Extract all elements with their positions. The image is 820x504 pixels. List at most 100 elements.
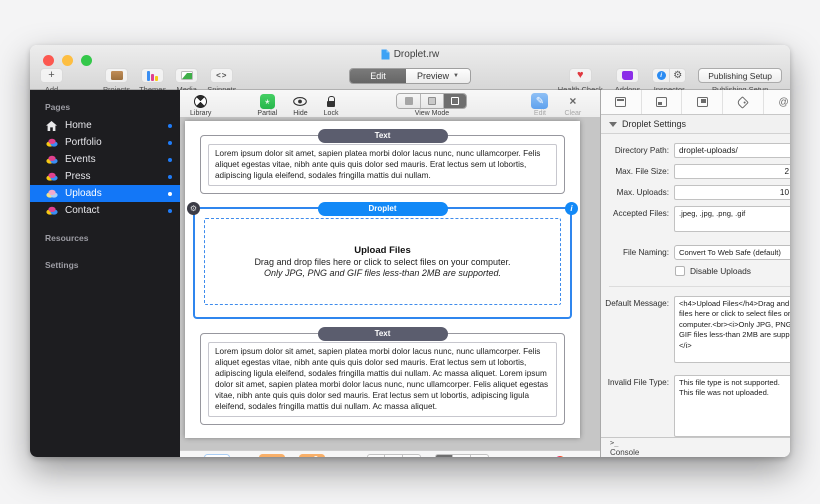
view-mode-full-button[interactable] <box>443 94 467 108</box>
info-inspector-button[interactable]: i <box>653 69 669 82</box>
pages-section-label: Pages <box>45 102 71 112</box>
tab-meta-tags[interactable] <box>722 90 763 114</box>
add-button[interactable]: + <box>40 68 63 83</box>
view-mode-medium-button[interactable] <box>420 94 444 108</box>
themes-button[interactable] <box>141 68 165 83</box>
page-status-dot <box>168 191 172 196</box>
sidebar-item-events[interactable]: Events <box>30 151 180 168</box>
sidebar-item-portfolio[interactable]: Portfolio <box>30 134 180 151</box>
file-naming-select[interactable]: Convert To Web Safe (default) <box>674 245 790 260</box>
settings-inspector-button[interactable]: ⚙ <box>669 69 685 82</box>
page-status-dot <box>168 157 172 162</box>
tab-theme[interactable]: @ <box>762 90 790 114</box>
view-mode-segmented <box>396 93 468 109</box>
bold-button[interactable]: B <box>367 454 385 457</box>
align-left-button[interactable] <box>435 454 453 457</box>
partial-button[interactable]: * <box>259 93 275 110</box>
hide-button[interactable] <box>293 93 308 109</box>
page-blob-icon <box>45 138 58 147</box>
sidebar-item-settings[interactable]: Settings <box>30 254 180 275</box>
publishing-setup-button[interactable]: Publishing Setup <box>698 68 782 83</box>
text-block-1[interactable]: Text Lorem ipsum dolor sit amet, sapien … <box>200 129 565 195</box>
edit-mode-button[interactable]: Edit <box>350 69 406 83</box>
directory-path-input[interactable] <box>674 143 790 158</box>
color-button[interactable] <box>554 454 567 457</box>
clear-button[interactable]: × <box>569 93 576 109</box>
lock-label: Lock <box>323 110 339 117</box>
text-block-pill[interactable]: Text <box>317 129 448 143</box>
page-layout-icon <box>696 97 708 107</box>
max-file-size-input[interactable] <box>674 164 790 179</box>
snippets-button[interactable]: <> <box>210 68 234 83</box>
link-icon <box>266 456 279 457</box>
inspector-section-header[interactable]: Droplet Settings <box>601 115 790 134</box>
default-message-input[interactable]: <h4>Upload Files</h4>Drag and drop files… <box>674 296 790 363</box>
text-block-pill[interactable]: Text <box>317 327 448 341</box>
health-check-button[interactable]: ♥ <box>568 68 592 83</box>
view-compact-icon <box>404 97 413 105</box>
preview-mode-button[interactable]: Preview ▼ <box>406 69 470 83</box>
droplet-dropzone[interactable]: Upload Files Drag and drop files here or… <box>204 218 561 306</box>
droplet-info-handle[interactable]: i <box>565 202 578 216</box>
partial-icon: * <box>259 93 275 110</box>
lock-button[interactable] <box>327 93 336 109</box>
droplet-settings-form: Directory Path: Max. File Size: MB Max. … <box>601 134 790 437</box>
tab-page-layout[interactable] <box>681 90 722 114</box>
format-toolbar: ☁ Cloud Link Unlink B I <box>180 450 600 457</box>
sidebar-item-home[interactable]: Home <box>30 117 180 134</box>
tab-page-sidebar[interactable] <box>640 90 682 114</box>
window-title: Droplet.rw <box>393 49 440 60</box>
tab-page-general[interactable] <box>601 90 641 114</box>
droplet-block[interactable]: Droplet ⚙ i Upload Files Drag and drop f… <box>187 202 578 320</box>
max-file-size-label: Max. File Size: <box>615 167 669 176</box>
clear-item: × Clear <box>564 93 581 117</box>
form-divider <box>609 286 790 287</box>
max-uploads-input[interactable] <box>674 185 790 200</box>
tag-icon <box>736 95 750 109</box>
library-label: Library <box>190 110 212 117</box>
invalid-file-type-input[interactable]: This file type is not supported. This fi… <box>674 375 790 437</box>
clear-icon: × <box>569 94 577 108</box>
themes-icon <box>147 70 159 81</box>
screenshot-stage: Droplet.rw + Add Projects Themes <box>0 0 820 504</box>
library-button[interactable] <box>194 93 208 109</box>
disable-uploads-checkbox[interactable] <box>675 266 685 276</box>
disclosure-triangle-icon <box>609 121 617 127</box>
addons-icon <box>621 71 633 80</box>
default-message-label: Default Message: <box>605 299 669 308</box>
text-block-content[interactable]: Lorem ipsum dolor sit amet, sapien plate… <box>208 342 557 418</box>
sidebar-item-contact[interactable]: Contact <box>30 202 180 219</box>
droplet-block-pill[interactable]: Droplet <box>317 202 448 216</box>
droplet-settings-handle[interactable]: ⚙ <box>187 202 200 216</box>
font-button[interactable]: A <box>528 454 537 457</box>
align-right-button[interactable] <box>471 454 489 457</box>
page-status-dot <box>168 174 172 179</box>
cloud-button[interactable]: ☁ <box>204 454 230 457</box>
default-message-row: Default Message: <h4>Upload Files</h4>Dr… <box>601 296 790 363</box>
align-center-button[interactable] <box>453 454 471 457</box>
page-blob-icon <box>45 206 58 215</box>
console-item[interactable]: >_ Console <box>610 439 639 457</box>
accepted-files-input[interactable]: .jpeg, .jpg, .png, .gif <box>674 206 790 232</box>
italic-button[interactable]: I <box>385 454 403 457</box>
pencil-icon: ✎ <box>531 93 549 109</box>
text-block-2[interactable]: Text Lorem ipsum dolor sit amet, sapien … <box>200 327 565 426</box>
page-header-icon <box>615 97 627 107</box>
sidebar-item-resources[interactable]: Resources <box>30 227 180 248</box>
dropzone-line2: Only JPG, PNG and GIF files less-than 2M… <box>264 268 501 279</box>
sidebar-item-uploads[interactable]: Uploads <box>30 185 180 202</box>
unlink-button[interactable] <box>299 454 325 457</box>
list-button[interactable] <box>582 454 594 457</box>
underline-button[interactable]: U <box>403 454 421 457</box>
sidebar-item-press[interactable]: Press <box>30 168 180 185</box>
projects-button[interactable] <box>105 68 129 83</box>
edit-button[interactable]: ✎ <box>531 93 549 109</box>
window-title-row: Droplet.rw <box>30 49 790 60</box>
addons-button[interactable] <box>615 68 639 83</box>
text-block-content[interactable]: Lorem ipsum dolor sit amet, sapien plate… <box>208 144 557 187</box>
link-button[interactable] <box>259 454 285 457</box>
gear-icon: ⚙ <box>673 69 683 81</box>
view-mode-compact-button[interactable] <box>397 94 421 108</box>
edit-item: ✎ Edit <box>531 93 549 117</box>
media-button[interactable] <box>175 68 199 83</box>
